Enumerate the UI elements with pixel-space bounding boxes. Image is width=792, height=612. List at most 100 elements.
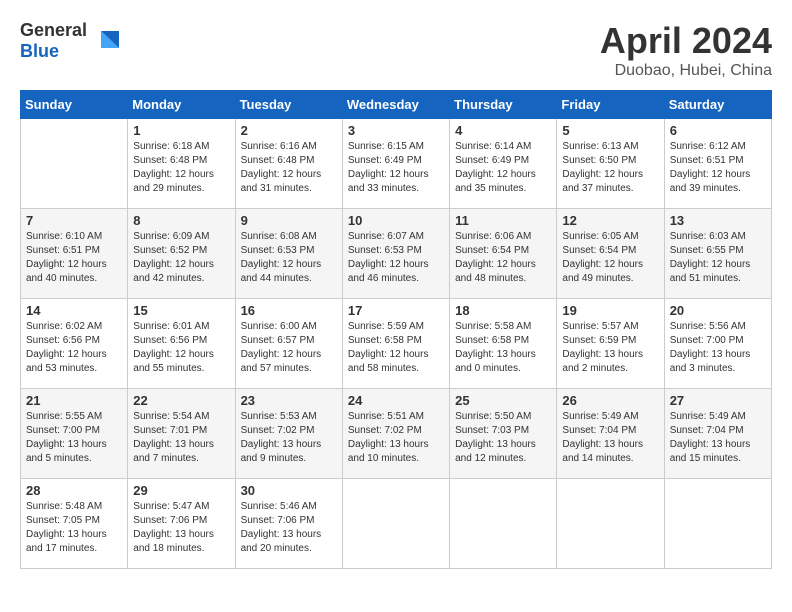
calendar-cell <box>664 479 771 569</box>
header-saturday: Saturday <box>664 91 771 119</box>
location-subtitle: Duobao, Hubei, China <box>600 62 772 80</box>
calendar-week-5: 28 Sunrise: 5:48 AM Sunset: 7:05 PM Dayli… <box>21 479 772 569</box>
day-info: Sunrise: 5:48 AM Sunset: 7:05 PM Dayligh… <box>26 500 122 556</box>
calendar-cell: 12 Sunrise: 6:05 AM Sunset: 6:54 PM Dayli… <box>557 209 664 299</box>
day-number: 28 <box>26 483 122 498</box>
calendar-cell: 28 Sunrise: 5:48 AM Sunset: 7:05 PM Dayli… <box>21 479 128 569</box>
day-number: 23 <box>241 393 337 408</box>
calendar-cell: 29Sunrise: 5:47 AM Sunset: 7:06 PM Dayli… <box>128 479 235 569</box>
title-area: April 2024 Duobao, Hubei, China <box>600 20 772 80</box>
calendar-cell: 1 Sunrise: 6:18 AM Sunset: 6:48 PM Daylig… <box>128 119 235 209</box>
logo-blue-text: Blue <box>20 41 59 61</box>
day-number: 18 <box>455 303 551 318</box>
day-info: Sunrise: 6:18 AM Sunset: 6:48 PM Dayligh… <box>133 140 229 196</box>
day-number: 3 <box>348 123 444 138</box>
calendar-cell <box>21 119 128 209</box>
day-number: 15 <box>133 303 229 318</box>
day-number: 29 <box>133 483 229 498</box>
calendar-cell: 11Sunrise: 6:06 AM Sunset: 6:54 PM Dayli… <box>450 209 557 299</box>
day-info: Sunrise: 5:54 AM Sunset: 7:01 PM Dayligh… <box>133 410 229 466</box>
day-info: Sunrise: 6:03 AM Sunset: 6:55 PM Dayligh… <box>670 230 766 286</box>
calendar-cell <box>342 479 449 569</box>
day-number: 14 <box>26 303 122 318</box>
day-number: 1 <box>133 123 229 138</box>
calendar-cell: 10Sunrise: 6:07 AM Sunset: 6:53 PM Dayli… <box>342 209 449 299</box>
day-number: 21 <box>26 393 122 408</box>
month-title: April 2024 <box>600 20 772 62</box>
day-info: Sunrise: 5:56 AM Sunset: 7:00 PM Dayligh… <box>670 320 766 376</box>
calendar-week-2: 7 Sunrise: 6:10 AM Sunset: 6:51 PM Daylig… <box>21 209 772 299</box>
day-number: 19 <box>562 303 658 318</box>
calendar-cell: 26Sunrise: 5:49 AM Sunset: 7:04 PM Dayli… <box>557 389 664 479</box>
day-info: Sunrise: 5:49 AM Sunset: 7:04 PM Dayligh… <box>670 410 766 466</box>
calendar-cell: 23 Sunrise: 5:53 AM Sunset: 7:02 PM Dayli… <box>235 389 342 479</box>
logo-icon <box>91 26 121 56</box>
day-number: 24 <box>348 393 444 408</box>
calendar-cell: 17 Sunrise: 5:59 AM Sunset: 6:58 PM Dayli… <box>342 299 449 389</box>
calendar-cell: 21Sunrise: 5:55 AM Sunset: 7:00 PM Dayli… <box>21 389 128 479</box>
page-header: General Blue April 2024 Duobao, Hubei, C… <box>20 20 772 80</box>
day-info: Sunrise: 6:14 AM Sunset: 6:49 PM Dayligh… <box>455 140 551 196</box>
calendar-cell <box>450 479 557 569</box>
calendar-cell: 14 Sunrise: 6:02 AM Sunset: 6:56 PM Dayli… <box>21 299 128 389</box>
day-number: 12 <box>562 213 658 228</box>
day-info: Sunrise: 6:12 AM Sunset: 6:51 PM Dayligh… <box>670 140 766 196</box>
calendar-cell: 24 Sunrise: 5:51 AM Sunset: 7:02 PM Dayli… <box>342 389 449 479</box>
day-number: 9 <box>241 213 337 228</box>
day-info: Sunrise: 5:51 AM Sunset: 7:02 PM Dayligh… <box>348 410 444 466</box>
day-info: Sunrise: 6:13 AM Sunset: 6:50 PM Dayligh… <box>562 140 658 196</box>
calendar-cell: 20 Sunrise: 5:56 AM Sunset: 7:00 PM Dayli… <box>664 299 771 389</box>
day-info: Sunrise: 5:46 AM Sunset: 7:06 PM Dayligh… <box>241 500 337 556</box>
day-number: 20 <box>670 303 766 318</box>
day-info: Sunrise: 5:49 AM Sunset: 7:04 PM Dayligh… <box>562 410 658 466</box>
header-friday: Friday <box>557 91 664 119</box>
day-info: Sunrise: 6:05 AM Sunset: 6:54 PM Dayligh… <box>562 230 658 286</box>
day-number: 13 <box>670 213 766 228</box>
calendar-cell: 4Sunrise: 6:14 AM Sunset: 6:49 PM Daylig… <box>450 119 557 209</box>
calendar-cell: 30 Sunrise: 5:46 AM Sunset: 7:06 PM Dayli… <box>235 479 342 569</box>
day-number: 7 <box>26 213 122 228</box>
calendar-header-row: SundayMondayTuesdayWednesdayThursdayFrid… <box>21 91 772 119</box>
calendar-cell: 8 Sunrise: 6:09 AM Sunset: 6:52 PM Daylig… <box>128 209 235 299</box>
day-number: 16 <box>241 303 337 318</box>
day-number: 5 <box>562 123 658 138</box>
calendar-cell: 19 Sunrise: 5:57 AM Sunset: 6:59 PM Dayli… <box>557 299 664 389</box>
day-info: Sunrise: 6:00 AM Sunset: 6:57 PM Dayligh… <box>241 320 337 376</box>
day-info: Sunrise: 6:08 AM Sunset: 6:53 PM Dayligh… <box>241 230 337 286</box>
day-info: Sunrise: 6:07 AM Sunset: 6:53 PM Dayligh… <box>348 230 444 286</box>
calendar-table: SundayMondayTuesdayWednesdayThursdayFrid… <box>20 90 772 569</box>
calendar-cell: 5 Sunrise: 6:13 AM Sunset: 6:50 PM Daylig… <box>557 119 664 209</box>
day-info: Sunrise: 6:10 AM Sunset: 6:51 PM Dayligh… <box>26 230 122 286</box>
logo-general-text: General <box>20 20 87 40</box>
header-monday: Monday <box>128 91 235 119</box>
calendar-week-4: 21Sunrise: 5:55 AM Sunset: 7:00 PM Dayli… <box>21 389 772 479</box>
day-info: Sunrise: 6:15 AM Sunset: 6:49 PM Dayligh… <box>348 140 444 196</box>
day-info: Sunrise: 6:06 AM Sunset: 6:54 PM Dayligh… <box>455 230 551 286</box>
calendar-cell: 25Sunrise: 5:50 AM Sunset: 7:03 PM Dayli… <box>450 389 557 479</box>
header-tuesday: Tuesday <box>235 91 342 119</box>
day-number: 2 <box>241 123 337 138</box>
logo: General Blue <box>20 20 121 62</box>
calendar-cell <box>557 479 664 569</box>
day-info: Sunrise: 6:09 AM Sunset: 6:52 PM Dayligh… <box>133 230 229 286</box>
day-info: Sunrise: 5:59 AM Sunset: 6:58 PM Dayligh… <box>348 320 444 376</box>
header-thursday: Thursday <box>450 91 557 119</box>
day-info: Sunrise: 5:58 AM Sunset: 6:58 PM Dayligh… <box>455 320 551 376</box>
day-info: Sunrise: 6:02 AM Sunset: 6:56 PM Dayligh… <box>26 320 122 376</box>
day-number: 25 <box>455 393 551 408</box>
day-number: 17 <box>348 303 444 318</box>
day-info: Sunrise: 5:57 AM Sunset: 6:59 PM Dayligh… <box>562 320 658 376</box>
calendar-cell: 15Sunrise: 6:01 AM Sunset: 6:56 PM Dayli… <box>128 299 235 389</box>
day-number: 8 <box>133 213 229 228</box>
day-number: 30 <box>241 483 337 498</box>
day-info: Sunrise: 5:53 AM Sunset: 7:02 PM Dayligh… <box>241 410 337 466</box>
calendar-cell: 13 Sunrise: 6:03 AM Sunset: 6:55 PM Dayli… <box>664 209 771 299</box>
calendar-week-1: 1 Sunrise: 6:18 AM Sunset: 6:48 PM Daylig… <box>21 119 772 209</box>
day-number: 6 <box>670 123 766 138</box>
calendar-cell: 6 Sunrise: 6:12 AM Sunset: 6:51 PM Daylig… <box>664 119 771 209</box>
day-info: Sunrise: 6:16 AM Sunset: 6:48 PM Dayligh… <box>241 140 337 196</box>
calendar-week-3: 14 Sunrise: 6:02 AM Sunset: 6:56 PM Dayli… <box>21 299 772 389</box>
header-wednesday: Wednesday <box>342 91 449 119</box>
calendar-cell: 3 Sunrise: 6:15 AM Sunset: 6:49 PM Daylig… <box>342 119 449 209</box>
calendar-cell: 9 Sunrise: 6:08 AM Sunset: 6:53 PM Daylig… <box>235 209 342 299</box>
